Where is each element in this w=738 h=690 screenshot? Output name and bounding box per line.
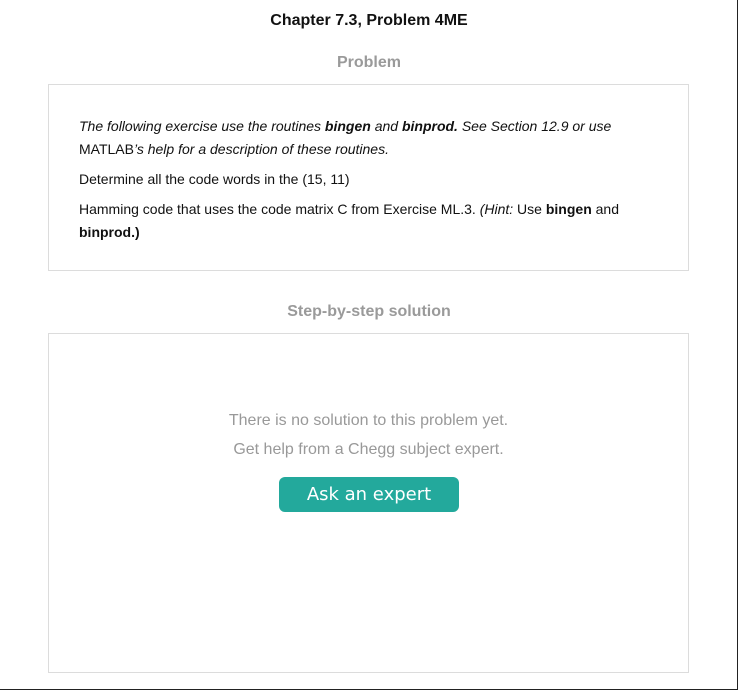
hint-label: (Hint: [479, 201, 514, 217]
page-title: Chapter 7.3, Problem 4ME [270, 12, 468, 29]
problem-paragraph-2: Determine all the code words in the (15,… [79, 171, 350, 187]
problem-text-segment: Hamming code that uses the code matrix C… [79, 201, 480, 217]
problem-text-segment: ’s help for a description of these routi… [133, 141, 389, 157]
problem-text-segment: and [370, 118, 402, 134]
routine-name-bingen: bingen [324, 118, 371, 134]
expert-help-message: Get help from a Chegg subject expert. [233, 441, 504, 458]
problem-text-segment: See Section 12.9 or use [457, 118, 612, 134]
no-solution-message: There is no solution to this problem yet… [228, 412, 509, 429]
problem-text-segment: and [591, 201, 619, 217]
routine-name-bingen: bingen [545, 201, 592, 217]
ask-an-expert-button[interactable]: Ask an expert [279, 477, 459, 512]
problem-card: The following exercise use the routines … [48, 84, 689, 271]
problem-paragraph-3: Hamming code that uses the code matrix C… [79, 198, 658, 244]
solution-section-label: Step-by-step solution [287, 303, 451, 320]
problem-paragraph-1: The following exercise use the routines … [79, 115, 658, 161]
problem-section-label: Problem [336, 54, 401, 71]
routine-name-binprod: binprod.) [79, 224, 140, 240]
solution-card: There is no solution to this problem yet… [48, 333, 689, 673]
problem-text-segment: The following exercise use the routines [79, 118, 325, 134]
routine-name-binprod: binprod. [401, 118, 458, 134]
problem-text: The following exercise use the routines … [79, 115, 658, 244]
problem-text-segment: MATLAB [79, 141, 134, 157]
problem-text-segment: Use [513, 201, 546, 217]
